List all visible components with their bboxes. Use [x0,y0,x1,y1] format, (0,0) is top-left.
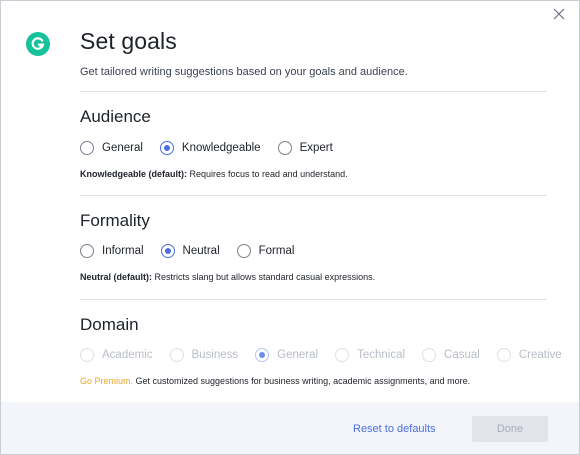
set-goals-dialog: Set goals Get tailored writing suggestio… [0,0,580,455]
domain-option-label: Technical [357,349,406,361]
divider [80,299,547,300]
radio-button[interactable] [80,244,94,258]
formality-description-text: Restricts slang but allows standard casu… [152,272,376,282]
domain-option-label: Business [191,349,239,361]
page-title: Set goals [80,28,177,54]
formality-option-label: Neutral [182,245,220,257]
domain-option-label: General [277,349,319,361]
audience-radio-group: General Knowledgeable Expert [80,139,350,157]
formality-option-formal[interactable]: Formal [236,244,295,258]
radio-button-selected-disabled [255,348,270,362]
formality-option-label: Informal [102,245,144,257]
domain-option-label: Casual [444,349,480,361]
audience-option-label: Knowledgeable [181,142,261,154]
radio-button-disabled [496,348,511,362]
domain-option-general: General [255,348,318,362]
domain-option-academic: Academic [80,348,153,362]
formality-description-bold: Neutral (default): [80,272,152,282]
go-premium-link[interactable]: Go Premium. [80,376,133,386]
domain-title: Domain [80,315,139,334]
audience-option-label: General [102,142,143,154]
radio-button-selected[interactable] [159,141,174,155]
audience-option-label: Expert [299,142,333,154]
audience-title: Audience [80,107,151,126]
divider [80,91,547,92]
radio-button-disabled [169,348,184,362]
formality-radio-group: Informal Neutral Formal [80,242,311,260]
audience-description-text: Requires focus to read and understand. [187,169,348,179]
reset-to-defaults-button[interactable]: Reset to defaults [353,423,436,435]
audience-description-bold: Knowledgeable (default): [80,169,188,179]
domain-option-label: Creative [518,349,562,361]
domain-option-technical: Technical [335,348,405,362]
domain-description-text: Get customized suggestions for business … [133,376,471,386]
formality-option-label: Formal [258,245,295,257]
done-button[interactable]: Done [472,416,548,442]
radio-button[interactable] [236,244,251,258]
page-subtitle: Get tailored writing suggestions based o… [80,66,408,78]
close-icon [553,8,565,20]
audience-description: Knowledgeable (default): Requires focus … [80,169,348,179]
audience-option-knowledgeable[interactable]: Knowledgeable [159,141,261,155]
audience-option-general[interactable]: General [80,141,143,155]
radio-button-disabled [80,348,94,362]
audience-option-expert[interactable]: Expert [277,141,333,155]
radio-button-disabled [335,348,350,362]
grammarly-logo-icon [26,32,50,56]
domain-radio-group: Academic Business General Technical Casu… [80,346,562,364]
domain-option-business: Business [169,348,239,362]
radio-button[interactable] [80,141,94,155]
formality-option-informal[interactable]: Informal [80,244,144,258]
radio-button-selected[interactable] [160,244,175,258]
domain-option-creative: Creative [496,348,562,362]
formality-title: Formality [80,211,150,230]
domain-option-casual: Casual [422,348,480,362]
divider [80,195,547,196]
domain-option-label: Academic [102,349,153,361]
radio-button[interactable] [277,141,292,155]
formality-description: Neutral (default): Restricts slang but a… [80,272,375,282]
formality-option-neutral[interactable]: Neutral [160,244,220,258]
radio-button-disabled [422,348,437,362]
domain-description: Go Premium. Get customized suggestions f… [80,376,470,386]
close-button[interactable] [551,6,567,22]
dialog-footer: Reset to defaults Done [1,402,579,454]
